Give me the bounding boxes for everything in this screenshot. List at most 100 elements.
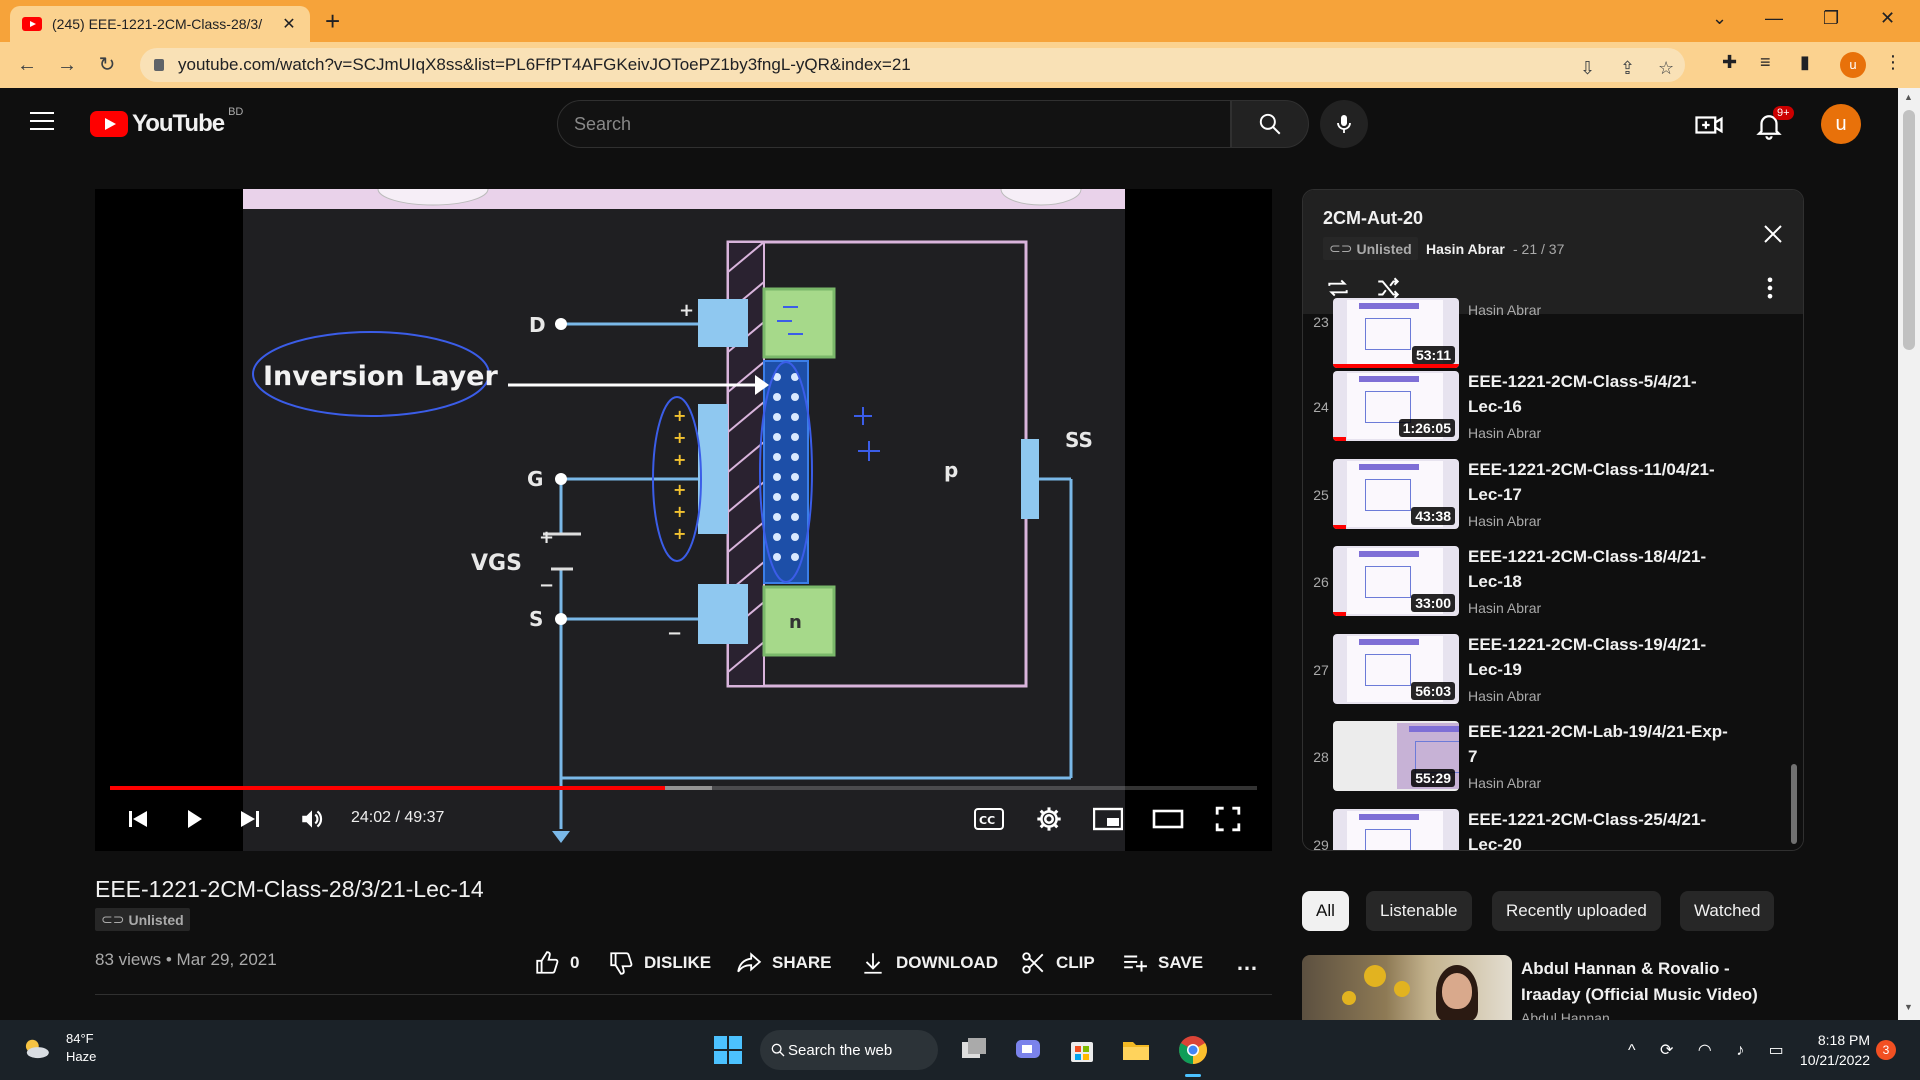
new-tab-button[interactable]: +: [325, 8, 340, 34]
page-scrollbar[interactable]: ▲ ▼: [1898, 88, 1920, 1020]
miniplayer-button[interactable]: [1091, 801, 1125, 837]
account-avatar[interactable]: u: [1821, 104, 1861, 144]
scroll-down-arrow-icon[interactable]: ▼: [1904, 1002, 1914, 1012]
svg-text:+: +: [673, 406, 686, 425]
clock-date: 10/21/2022: [1799, 1052, 1870, 1068]
notifications-badge: 9+: [1773, 106, 1794, 120]
youtube-logo[interactable]: YouTube BD: [90, 106, 243, 138]
tab-search-chevron-icon[interactable]: ⌄: [1712, 8, 1727, 29]
weather-widget[interactable]: 84°F Haze: [20, 1030, 96, 1066]
playlist-item-text: EEE-1221-2CM-Class-5/4/21-Lec-16 Hasin Ab…: [1468, 369, 1728, 441]
start-button[interactable]: [714, 1036, 742, 1064]
chip-watched[interactable]: Watched: [1680, 891, 1775, 931]
time-total: 49:37: [404, 809, 445, 826]
browser-tab-active[interactable]: (245) EEE-1221-2CM-Class-28/3/ ✕: [10, 6, 310, 42]
svg-text:+: +: [673, 428, 686, 447]
playlist-item[interactable]: 24 1:26:05 EEE-1221-2CM-Class-5/4/21-Lec…: [1303, 369, 1803, 457]
playlist-item[interactable]: 28 55:29 EEE-1221-2CM-Lab-19/4/21-Exp-7 H…: [1303, 719, 1803, 807]
dislike-button[interactable]: DISLIKE: [608, 950, 711, 976]
chip-recently-uploaded[interactable]: Recently uploaded: [1492, 891, 1661, 931]
close-playlist-icon[interactable]: [1761, 222, 1785, 246]
buffered-bar: [665, 786, 713, 790]
time-separator: /: [391, 809, 405, 826]
url-text: youtube.com/watch?v=SCJmUIqX8ss&list=PL6…: [178, 55, 911, 74]
playlist-item-index: 28: [1313, 749, 1329, 765]
video-progress-bar[interactable]: [110, 786, 1257, 790]
label-source: S: [529, 607, 543, 631]
media-control-icon[interactable]: ≡: [1760, 52, 1771, 73]
file-explorer-icon[interactable]: [1120, 1034, 1152, 1066]
recommendation-channel[interactable]: Abdul Hannan: [1521, 1010, 1610, 1020]
playlist-scrollbar-thumb[interactable]: [1791, 764, 1797, 844]
fullscreen-button[interactable]: [1211, 801, 1245, 837]
next-button[interactable]: [235, 801, 265, 837]
close-window-button[interactable]: ✕: [1880, 8, 1895, 29]
install-app-icon[interactable]: ⇩: [1580, 58, 1595, 79]
search-input[interactable]: [566, 101, 1230, 147]
extensions-puzzle-icon[interactable]: ✚: [1722, 52, 1737, 73]
share-page-icon[interactable]: ⇪: [1620, 58, 1635, 79]
playlist-item[interactable]: 25 43:38 EEE-1221-2CM-Class-11/04/21-Lec…: [1303, 457, 1803, 545]
playlist-item-thumbnail: 53:11: [1333, 298, 1459, 368]
restore-button[interactable]: ❐: [1823, 8, 1839, 29]
forward-arrow-icon[interactable]: →: [52, 50, 82, 80]
browser-profile-avatar[interactable]: u: [1840, 52, 1866, 78]
more-actions-button[interactable]: …: [1236, 950, 1258, 976]
mute-button[interactable]: [297, 801, 327, 837]
side-panel-icon[interactable]: ▮: [1800, 52, 1810, 73]
playlist-item-text: EEE-1221-2CM-Class-18/4/21-Lec-18 Hasin A…: [1468, 544, 1728, 616]
bookmark-star-icon[interactable]: ☆: [1658, 58, 1674, 79]
save-label: SAVE: [1158, 953, 1204, 972]
settings-button[interactable]: [1032, 801, 1066, 837]
browser-menu-icon[interactable]: ⋮: [1884, 52, 1902, 73]
captions-button[interactable]: CC: [972, 801, 1006, 837]
playlist-position: - 21 / 37: [1513, 241, 1565, 257]
save-button[interactable]: SAVE: [1122, 950, 1203, 976]
playlist-item-thumbnail: [1333, 809, 1459, 850]
reload-icon[interactable]: ↻: [92, 50, 122, 80]
previous-button[interactable]: [123, 801, 153, 837]
teams-chat-icon[interactable]: [1012, 1034, 1044, 1066]
minimize-button[interactable]: —: [1765, 8, 1783, 29]
chip-all[interactable]: All: [1302, 891, 1349, 931]
notification-count-badge[interactable]: 3: [1876, 1040, 1896, 1060]
taskbar-search[interactable]: Search the web: [760, 1030, 938, 1070]
svg-text:CC: CC: [979, 814, 995, 827]
address-bar[interactable]: youtube.com/watch?v=SCJmUIqX8ss&list=PL6…: [140, 48, 1685, 82]
hamburger-menu-icon[interactable]: [30, 112, 54, 132]
back-arrow-icon[interactable]: ←: [12, 50, 42, 80]
playlist-item-index: 29: [1313, 837, 1329, 851]
chip-listenable[interactable]: Listenable: [1366, 891, 1472, 931]
playlist-item[interactable]: 29 EEE-1221-2CM-Class-25/4/21-Lec-20: [1303, 807, 1803, 851]
download-button[interactable]: DOWNLOAD: [860, 950, 998, 976]
create-video-icon[interactable]: [1694, 110, 1724, 140]
like-button[interactable]: 0: [534, 950, 579, 976]
playlist-item-text: EEE-1221-2CM-Class-25/4/21-Lec-20: [1468, 807, 1728, 850]
clip-button[interactable]: CLIP: [1020, 950, 1095, 976]
voice-search-button[interactable]: [1320, 100, 1368, 148]
recommendation-title[interactable]: Abdul Hannan & Rovalio - Iraaday (Offici…: [1521, 956, 1791, 1008]
volume-icon: [302, 810, 323, 828]
tab-close-icon[interactable]: ✕: [280, 14, 298, 34]
share-button[interactable]: SHARE: [736, 950, 832, 976]
recommendation-thumbnail[interactable]: [1302, 955, 1512, 1020]
clock[interactable]: 8:18 PM 10/21/2022: [1780, 1030, 1870, 1070]
play-button[interactable]: [179, 801, 209, 837]
search-button[interactable]: [1231, 100, 1309, 148]
scroll-up-arrow-icon[interactable]: ▲: [1904, 92, 1914, 102]
playlist-owner[interactable]: Hasin Abrar: [1426, 241, 1505, 257]
task-view-icon[interactable]: [958, 1034, 990, 1066]
playlist-item[interactable]: 27 56:03 EEE-1221-2CM-Class-19/4/21-Lec-…: [1303, 632, 1803, 720]
video-frame: + + + + + + D G S VGS SS p n + + − − Inv…: [243, 189, 1125, 851]
microsoft-store-icon[interactable]: [1066, 1034, 1098, 1066]
playlist-title[interactable]: 2CM-Aut-20: [1323, 208, 1423, 229]
chrome-icon[interactable]: [1177, 1034, 1209, 1066]
system-tray[interactable]: ^ ⟳ ◠ ♪ ▭: [1628, 1040, 1794, 1060]
video-player[interactable]: + + + + + + D G S VGS SS p n + + − − Inv…: [95, 189, 1272, 851]
theater-mode-button[interactable]: [1151, 801, 1185, 837]
meta-separator: •: [161, 950, 177, 969]
playlist-item-thumbnail: 43:38: [1333, 459, 1459, 529]
page-scrollbar-thumb[interactable]: [1903, 110, 1915, 350]
playlist-item[interactable]: 26 33:00 EEE-1221-2CM-Class-18/4/21-Lec-…: [1303, 544, 1803, 632]
youtube-header: YouTube BD 9+ u: [0, 88, 1888, 160]
